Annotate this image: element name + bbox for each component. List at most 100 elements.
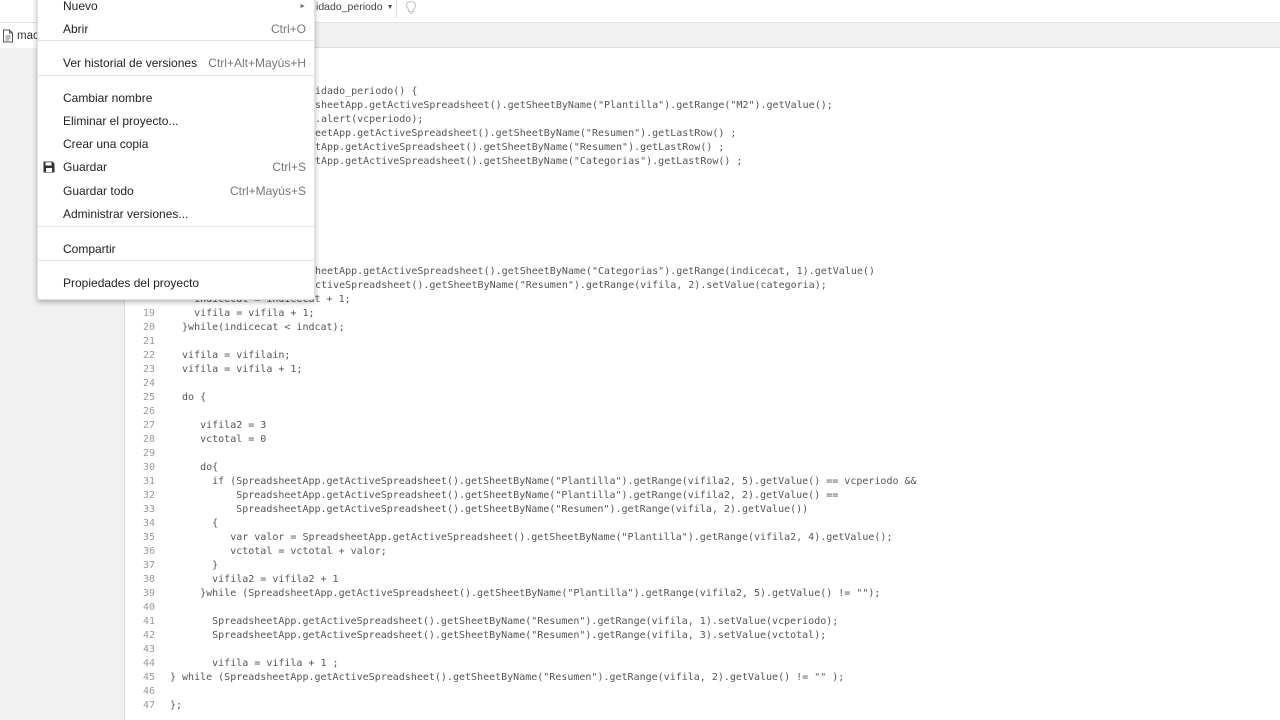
code-text: vctotal = vctotal + valor; bbox=[170, 546, 387, 557]
menu-item-abrir[interactable]: Abrir Ctrl+O bbox=[38, 18, 314, 40]
line-number: 30 bbox=[142, 462, 155, 473]
save-icon bbox=[43, 161, 55, 173]
line-number: 39 bbox=[142, 588, 155, 599]
code-line[interactable]: 40 bbox=[125, 601, 1280, 615]
code-text: do { bbox=[170, 392, 207, 403]
code-line[interactable]: 22 vifila = vifilain; bbox=[125, 349, 1280, 363]
code-line[interactable]: 30 do{ bbox=[125, 461, 1280, 475]
submenu-arrow-icon: ► bbox=[299, 2, 306, 10]
line-number: 24 bbox=[142, 378, 155, 389]
code-text: sheetApp.getActiveSpreadsheet().getSheet… bbox=[315, 100, 833, 111]
code-line[interactable]: 28 vctotal = 0 bbox=[125, 433, 1280, 447]
code-text: .alert(vcperiodo); bbox=[315, 114, 424, 125]
code-line[interactable]: 24 bbox=[125, 377, 1280, 391]
line-number: 37 bbox=[142, 560, 155, 571]
menu-item-label: Nuevo bbox=[63, 0, 98, 13]
menu-divider bbox=[38, 40, 314, 41]
line-number: 46 bbox=[142, 686, 155, 697]
menu-item-compartir[interactable]: Compartir bbox=[38, 238, 314, 260]
menu-item-shortcut: Ctrl+Alt+Mayús+H bbox=[208, 56, 306, 70]
lightbulb-icon[interactable] bbox=[403, 0, 419, 16]
code-line[interactable]: 27 vifila2 = 3 bbox=[125, 419, 1280, 433]
menu-item-label: Cambiar nombre bbox=[63, 91, 153, 105]
line-number: 42 bbox=[142, 630, 155, 641]
code-line[interactable]: 34 { bbox=[125, 517, 1280, 531]
code-text: tApp.getActiveSpreadsheet().getSheetByNa… bbox=[315, 156, 743, 167]
line-number: 25 bbox=[142, 392, 155, 403]
code-line[interactable]: 37 } bbox=[125, 559, 1280, 573]
code-text: vifila2 = 3 bbox=[170, 420, 267, 431]
code-text: heetApp.getActiveSpreadsheet().getSheetB… bbox=[315, 266, 875, 277]
code-text: }; bbox=[170, 700, 183, 711]
code-text: vifila = vifila + 1 ; bbox=[170, 658, 339, 669]
code-line[interactable]: 43 bbox=[125, 643, 1280, 657]
line-number: 41 bbox=[142, 616, 155, 627]
toolbar-divider bbox=[396, 0, 397, 18]
code-text: vifila = vifila + 1; bbox=[170, 308, 315, 319]
code-line[interactable]: 44 vifila = vifila + 1 ; bbox=[125, 657, 1280, 671]
code-line[interactable]: 41 SpreadsheetApp.getActiveSpreadsheet()… bbox=[125, 615, 1280, 629]
code-line[interactable]: 47}; bbox=[125, 699, 1280, 713]
menu-item-eliminar[interactable]: Eliminar el proyecto... bbox=[38, 110, 314, 132]
code-line[interactable]: 42 SpreadsheetApp.getActiveSpreadsheet()… bbox=[125, 629, 1280, 643]
menu-item-cambiar-nombre[interactable]: Cambiar nombre bbox=[38, 87, 314, 109]
menu-item-shortcut: Ctrl+Mayús+S bbox=[229, 184, 306, 198]
code-line[interactable]: 38 vifila2 = vifila2 + 1 bbox=[125, 573, 1280, 587]
line-number: 45 bbox=[142, 672, 155, 683]
code-text: SpreadsheetApp.getActiveSpreadsheet().ge… bbox=[170, 490, 839, 501]
line-number: 19 bbox=[142, 308, 155, 319]
code-text: idado_periodo() { bbox=[315, 86, 418, 97]
function-selector[interactable]: idado_periodo ▼ bbox=[316, 0, 394, 14]
code-line[interactable]: 33 SpreadsheetApp.getActiveSpreadsheet()… bbox=[125, 503, 1280, 517]
menu-item-guardar-todo[interactable]: Guardar todo Ctrl+Mayús+S bbox=[38, 180, 314, 202]
code-text: do{ bbox=[170, 462, 219, 473]
line-number: 27 bbox=[142, 420, 155, 431]
code-line[interactable]: 36 vctotal = vctotal + valor; bbox=[125, 545, 1280, 559]
chevron-down-icon: ▼ bbox=[386, 3, 394, 11]
line-number: 32 bbox=[142, 490, 155, 501]
menu-item-label: Propiedades del proyecto bbox=[63, 276, 200, 290]
menu-item-administrar[interactable]: Administrar versiones... bbox=[38, 203, 314, 225]
code-line[interactable]: 46 bbox=[125, 685, 1280, 699]
code-line[interactable]: 20 }while(indicecat < indcat); bbox=[125, 321, 1280, 335]
code-text: tApp.getActiveSpreadsheet().getSheetByNa… bbox=[315, 142, 725, 153]
menu-item-label: Guardar bbox=[63, 160, 108, 174]
code-text: }while (SpreadsheetApp.getActiveSpreadsh… bbox=[170, 588, 881, 599]
code-line[interactable]: 31 if (SpreadsheetApp.getActiveSpreadshe… bbox=[125, 475, 1280, 489]
line-number: 20 bbox=[142, 322, 155, 333]
menu-item-crear-copia[interactable]: Crear una copia bbox=[38, 133, 314, 155]
code-line[interactable]: 35 var valor = SpreadsheetApp.getActiveS… bbox=[125, 531, 1280, 545]
menu-item-historial[interactable]: Ver historial de versiones Ctrl+Alt+Mayús… bbox=[38, 52, 314, 74]
function-selector-label: idado_periodo bbox=[316, 1, 383, 13]
code-line[interactable]: 26 bbox=[125, 405, 1280, 419]
menu-item-nuevo[interactable]: Nuevo ► bbox=[38, 0, 314, 17]
code-text: vifila2 = vifila2 + 1 bbox=[170, 574, 339, 585]
code-line[interactable]: 19 vifila = vifila + 1; bbox=[125, 307, 1280, 321]
line-number: 44 bbox=[142, 658, 155, 669]
line-number: 47 bbox=[142, 700, 155, 711]
code-line[interactable]: 45} while (SpreadsheetApp.getActiveSprea… bbox=[125, 671, 1280, 685]
code-line[interactable]: 29 bbox=[125, 447, 1280, 461]
code-text: }while(indicecat < indcat); bbox=[170, 322, 345, 333]
line-number: 36 bbox=[142, 546, 155, 557]
code-text: vifila = vifilain; bbox=[170, 350, 291, 361]
line-number: 40 bbox=[142, 602, 155, 613]
menu-item-propiedades[interactable]: Propiedades del proyecto bbox=[38, 272, 314, 294]
code-line[interactable]: 32 SpreadsheetApp.getActiveSpreadsheet()… bbox=[125, 489, 1280, 503]
menu-item-label: Eliminar el proyecto... bbox=[63, 114, 179, 128]
menu-item-guardar[interactable]: Guardar Ctrl+S bbox=[38, 156, 314, 178]
code-text: var valor = SpreadsheetApp.getActiveSpre… bbox=[170, 532, 893, 543]
menu-divider bbox=[38, 75, 314, 76]
code-line[interactable]: 25 do { bbox=[125, 391, 1280, 405]
line-number: 35 bbox=[142, 532, 155, 543]
code-line[interactable]: 23 vifila = vifila + 1; bbox=[125, 363, 1280, 377]
line-number: 31 bbox=[142, 476, 155, 487]
line-number: 21 bbox=[142, 336, 155, 347]
code-text: eetApp.getActiveSpreadsheet().getSheetBy… bbox=[315, 128, 737, 139]
menu-divider bbox=[38, 260, 314, 261]
code-line[interactable]: 21 bbox=[125, 335, 1280, 349]
code-line[interactable]: 39 }while (SpreadsheetApp.getActiveSprea… bbox=[125, 587, 1280, 601]
line-number: 26 bbox=[142, 406, 155, 417]
document-icon bbox=[3, 29, 13, 42]
menu-item-label: Compartir bbox=[63, 242, 116, 256]
